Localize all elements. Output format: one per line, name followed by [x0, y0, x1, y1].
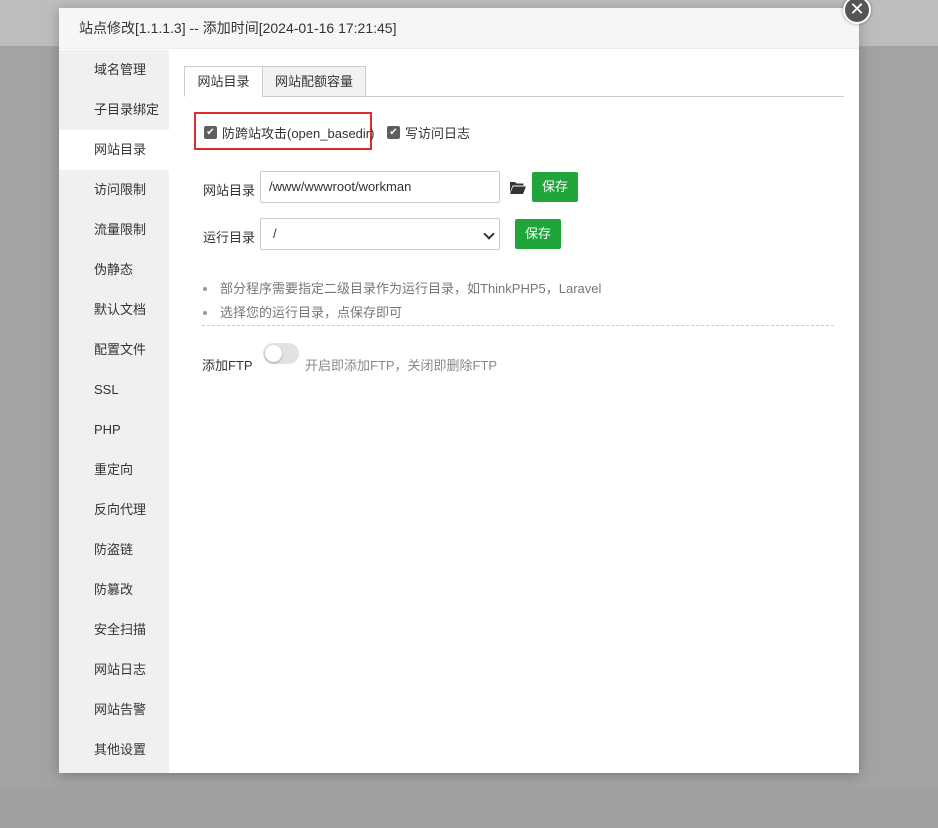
dialog-title: 站点修改[1.1.1.3] -- 添加时间[2024-01-16 17:21:4… — [59, 8, 859, 49]
sidebar-item-site-alert[interactable]: 网站告警 — [59, 690, 169, 730]
anti-cross-site-checkbox[interactable]: ✔ 防跨站攻击(open_basedir) — [204, 123, 374, 142]
site-settings-dialog: 站点修改[1.1.1.3] -- 添加时间[2024-01-16 17:21:4… — [59, 8, 859, 773]
checkmark-icon: ✔ — [387, 126, 400, 139]
access-log-checkbox[interactable]: ✔ 写访问日志 — [387, 123, 470, 142]
site-dir-input[interactable]: /www/wwwroot/workman — [260, 171, 500, 203]
tip-item: 部分程序需要指定二级目录作为运行目录，如ThinkPHP5，Laravel — [203, 277, 601, 301]
sidebar-item-site-dir[interactable]: 网站目录 — [59, 130, 169, 170]
access-log-label: 写访问日志 — [405, 126, 471, 141]
tip-item: 选择您的运行目录，点保存即可 — [203, 301, 601, 325]
sidebar-item-subdir-binding[interactable]: 子目录绑定 — [59, 90, 169, 130]
tab-site-dir[interactable]: 网站目录 — [184, 66, 263, 97]
toggle-knob — [265, 345, 282, 362]
site-dir-save-button[interactable]: 保存 — [532, 172, 578, 202]
run-dir-selected-value: / — [273, 226, 277, 241]
sidebar-item-php[interactable]: PHP — [59, 410, 169, 450]
sidebar: 域名管理 子目录绑定 网站目录 访问限制 流量限制 伪静态 默认文档 配置文件 … — [59, 50, 169, 773]
anti-cross-site-label: 防跨站攻击(open_basedir) — [222, 126, 375, 141]
sidebar-item-other-settings[interactable]: 其他设置 — [59, 730, 169, 770]
ftp-label: 添加FTP — [202, 358, 253, 373]
sidebar-item-access-limit[interactable]: 访问限制 — [59, 170, 169, 210]
sidebar-item-domain[interactable]: 域名管理 — [59, 50, 169, 90]
run-dir-save-button[interactable]: 保存 — [515, 219, 561, 249]
checkmark-icon: ✔ — [204, 126, 217, 139]
chevron-down-icon — [483, 228, 495, 240]
main-content: 网站目录 网站配额容量 ✔ 防跨站攻击(open_basedir) ✔ 写访问日… — [169, 50, 859, 773]
sidebar-item-config-file[interactable]: 配置文件 — [59, 330, 169, 370]
ftp-toggle[interactable] — [263, 343, 299, 364]
folder-open-icon[interactable] — [510, 181, 526, 194]
run-dir-label: 运行目录 — [203, 230, 256, 245]
tab-site-quota[interactable]: 网站配额容量 — [262, 66, 366, 97]
tab-bar: 网站目录 网站配额容量 — [184, 66, 844, 97]
sidebar-item-default-doc[interactable]: 默认文档 — [59, 290, 169, 330]
sidebar-item-site-log[interactable]: 网站日志 — [59, 650, 169, 690]
sidebar-item-tamper-proof[interactable]: 防篡改 — [59, 570, 169, 610]
divider — [202, 325, 834, 326]
sidebar-item-reverse-proxy[interactable]: 反向代理 — [59, 490, 169, 530]
run-dir-select[interactable]: / — [260, 218, 500, 250]
sidebar-item-traffic-limit[interactable]: 流量限制 — [59, 210, 169, 250]
ftp-description: 开启即添加FTP，关闭即删除FTP — [305, 358, 498, 373]
background-footer — [0, 788, 938, 828]
sidebar-item-hotlink[interactable]: 防盗链 — [59, 530, 169, 570]
sidebar-item-redirect[interactable]: 重定向 — [59, 450, 169, 490]
sidebar-item-security-scan[interactable]: 安全扫描 — [59, 610, 169, 650]
sidebar-item-rewrite[interactable]: 伪静态 — [59, 250, 169, 290]
tips-list: 部分程序需要指定二级目录作为运行目录，如ThinkPHP5，Laravel 选择… — [203, 277, 601, 325]
site-dir-label: 网站目录 — [203, 183, 256, 198]
sidebar-item-ssl[interactable]: SSL — [59, 370, 169, 410]
